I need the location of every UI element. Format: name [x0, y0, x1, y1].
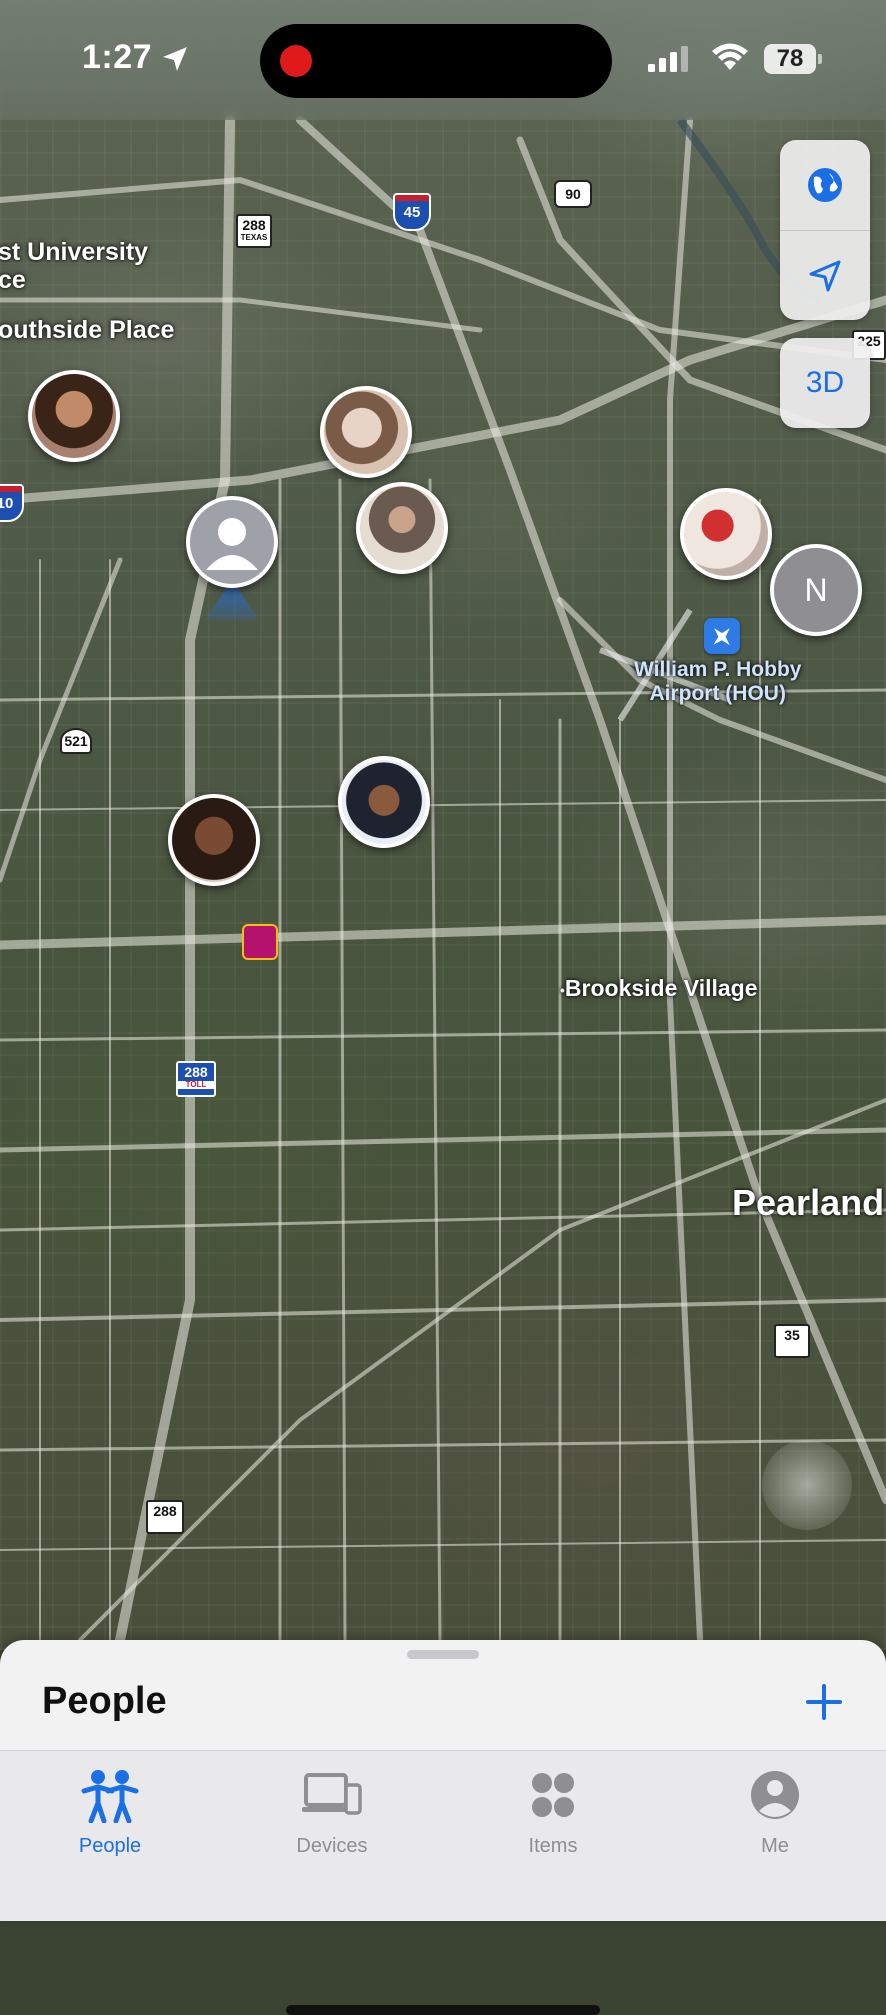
people-sheet[interactable]: People People Devices Items Me [0, 1640, 886, 2015]
cellular-signal-icon [648, 46, 688, 72]
person-avatar-6[interactable] [168, 794, 260, 886]
status-time: 1:27 [82, 38, 153, 76]
wifi-icon [712, 43, 748, 70]
person-avatar-1[interactable] [28, 370, 120, 462]
shield-tx288-bottom: 288 [146, 1500, 184, 1534]
tab-bar: People Devices Items Me [0, 1750, 886, 2015]
tab-people-label: People [78, 1835, 142, 1857]
my-location-avatar[interactable] [186, 496, 278, 588]
shield-fm521: 521 [60, 728, 92, 754]
compass-indicator[interactable] [762, 1440, 852, 1530]
shield-i45: 45 [393, 193, 431, 231]
shield-tx288-toll: 288 TOLL [176, 1061, 216, 1097]
person-avatar-initial[interactable]: N [770, 544, 862, 636]
recording-indicator-icon [280, 45, 312, 77]
person-avatar-2[interactable] [320, 386, 412, 478]
shield-toll-text: TOLL [178, 1081, 214, 1089]
locate-me-button[interactable] [780, 231, 870, 321]
shield-tx288-mid-text: 288 [184, 1064, 208, 1080]
map-style-button[interactable] [780, 140, 870, 230]
label-university: st University ce [0, 238, 148, 294]
shield-tx35: 35 [774, 1324, 810, 1358]
label-university-text: st University ce [0, 238, 149, 294]
globe-icon [808, 168, 842, 202]
shield-texas-text: TEXAS [240, 233, 268, 242]
person-avatar-3[interactable] [356, 482, 448, 574]
person-avatar-5[interactable] [338, 756, 430, 848]
view-3d-button[interactable]: 3D [780, 338, 870, 428]
person-4-initial [684, 492, 768, 576]
label-hobby-airport: William P. Hobby Airport (HOU) [634, 658, 802, 705]
status-bar: 1:27 78 [0, 0, 886, 120]
person-2-initial [324, 390, 408, 474]
location-services-icon [163, 47, 187, 71]
sheet-title: People [42, 1680, 167, 1722]
shield-us90: 90 [554, 180, 592, 208]
person-avatar-4[interactable] [680, 488, 772, 580]
tab-items-label: Items [528, 1835, 578, 1857]
tab-devices-label: Devices [296, 1835, 368, 1857]
location-arrow-icon [809, 260, 841, 292]
shield-tx288-top: 288 TEXAS [236, 214, 272, 248]
label-brookside-village: •Brookside Village [560, 975, 758, 1001]
home-indicator[interactable] [286, 2005, 600, 2015]
person-6-initial [172, 798, 256, 882]
label-southside-place: outhside Place [0, 316, 175, 344]
sheet-grabber[interactable] [407, 1650, 479, 1659]
airport-icon[interactable] [704, 618, 740, 654]
person-1-initial [32, 374, 116, 458]
add-person-button[interactable] [800, 1678, 848, 1726]
map-view[interactable]: st University ce outhside Place William … [0, 0, 886, 1650]
tab-me-label: Me [761, 1835, 789, 1857]
items-icon [532, 1773, 574, 1817]
tab-me[interactable]: Me [695, 1751, 855, 1861]
tab-devices[interactable]: Devices [252, 1751, 412, 1861]
person-silhouette-icon [206, 518, 258, 570]
person-5-initial [342, 760, 426, 844]
person-3-initial [360, 486, 444, 570]
tab-people[interactable]: People [30, 1751, 190, 1861]
tab-items[interactable]: Items [473, 1751, 633, 1861]
label-pearland: Pearland [732, 1182, 885, 1223]
label-brookside-text: Brookside Village [564, 975, 758, 1001]
battery-indicator: 78 [764, 44, 822, 74]
poi-icon[interactable] [242, 924, 278, 960]
people-icon [81, 1770, 139, 1823]
map-controls [780, 140, 870, 320]
me-icon [751, 1771, 799, 1819]
shield-tx288-top-text: 288 [242, 217, 266, 233]
devices-icon [302, 1773, 362, 1815]
dynamic-island[interactable] [260, 24, 612, 98]
